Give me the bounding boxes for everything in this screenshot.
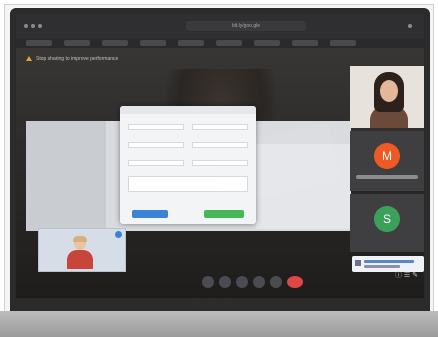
camera-icon[interactable]	[219, 276, 231, 288]
bookmark[interactable]	[292, 40, 318, 46]
form-field[interactable]	[128, 160, 184, 166]
notice-text: Stop sharing to improve performance	[36, 56, 119, 62]
submit-button[interactable]	[204, 210, 244, 218]
notification-icon	[355, 260, 361, 266]
minimize-window-icon[interactable]	[31, 24, 35, 28]
avatar: S	[374, 206, 400, 232]
maximize-window-icon[interactable]	[38, 24, 42, 28]
warning-icon	[26, 56, 32, 62]
laptop-base	[0, 311, 438, 337]
bookmark[interactable]	[64, 40, 90, 46]
participant-video-tile[interactable]	[350, 66, 424, 128]
bookmark[interactable]	[140, 40, 166, 46]
bookmarks-bar	[16, 38, 424, 48]
participant-sidebar: M S	[350, 66, 424, 298]
bookmark[interactable]	[330, 40, 356, 46]
shared-screen-left-panel	[26, 121, 106, 231]
toast-line	[364, 260, 414, 263]
bookmark[interactable]	[216, 40, 242, 46]
bookmark[interactable]	[178, 40, 204, 46]
present-icon[interactable]	[253, 276, 265, 288]
participant-tile-m[interactable]: M	[350, 131, 424, 191]
performance-notice: Stop sharing to improve performance	[26, 54, 118, 64]
browser-toolbar: bit.ly/goo.gle	[16, 14, 424, 38]
browser-menu-icon[interactable]	[408, 24, 412, 28]
dialog-header	[120, 106, 256, 114]
address-bar[interactable]: bit.ly/goo.gle	[186, 21, 306, 31]
participant-tile-s[interactable]: S	[350, 194, 424, 252]
toast-line	[364, 265, 400, 268]
bookmark[interactable]	[102, 40, 128, 46]
form-field[interactable]	[128, 142, 184, 148]
participant-name	[356, 175, 418, 179]
close-window-icon[interactable]	[24, 24, 28, 28]
hang-up-icon[interactable]	[287, 276, 303, 288]
microphone-icon[interactable]	[202, 276, 214, 288]
bookmark[interactable]	[26, 40, 52, 46]
primary-button[interactable]	[132, 210, 168, 218]
info-icon[interactable]: ⓘ ☰ ✎	[395, 270, 418, 280]
form-field[interactable]	[192, 124, 248, 130]
bookmark[interactable]	[254, 40, 280, 46]
form-field[interactable]	[128, 124, 184, 130]
self-video-tile[interactable]	[38, 228, 126, 272]
laptop-brand: MacBook Pro	[198, 304, 240, 310]
pin-icon[interactable]	[115, 231, 122, 238]
self-participant-image	[67, 236, 93, 269]
screen: bit.ly/goo.gle Stop sharing to improve p…	[16, 14, 424, 298]
more-options-icon[interactable]	[270, 276, 282, 288]
avatar: M	[374, 143, 400, 169]
captions-icon[interactable]	[236, 276, 248, 288]
